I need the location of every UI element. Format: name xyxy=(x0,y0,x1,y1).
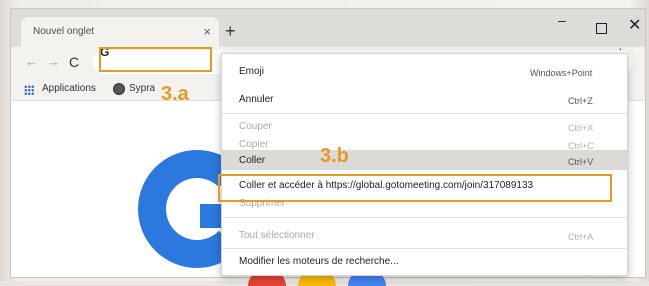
menu-item-emoji[interactable]: Emoji xyxy=(239,66,264,77)
close-window-icon[interactable]: ✕ xyxy=(628,18,641,34)
close-tab-icon[interactable]: × xyxy=(203,24,211,39)
reload-icon[interactable]: C xyxy=(69,54,79,70)
menu-item-annuler[interactable]: Annuler xyxy=(239,94,273,105)
bookmark-sypra[interactable]: Sypra xyxy=(129,83,155,94)
menu-item-tout-selectionner: Tout sélectionner xyxy=(239,230,315,241)
menu-item-modifier-moteurs[interactable]: Modifier les moteurs de recherche... xyxy=(239,256,399,267)
annotation-label-a: 3.a xyxy=(161,83,189,105)
context-menu-hover-row xyxy=(222,150,627,170)
shortcut-couper: Ctrl+X xyxy=(568,123,594,133)
forward-arrow-icon[interactable]: → xyxy=(47,54,60,69)
back-arrow-icon[interactable]: ← xyxy=(25,54,38,69)
context-menu: Emoji Windows+Point Annuler Ctrl+Z Coupe… xyxy=(221,53,628,276)
shortcut-emoji: Windows+Point xyxy=(530,68,593,78)
menu-item-copier: Copier xyxy=(239,139,269,150)
annotation-box-a xyxy=(99,47,212,72)
shortcut-tout-selectionner: Ctrl+A xyxy=(568,232,594,242)
menu-item-coller[interactable]: Coller xyxy=(239,155,265,166)
menu-separator xyxy=(222,248,627,249)
shortcut-annuler: Ctrl+Z xyxy=(568,96,593,106)
tab-new-tab[interactable]: Nouvel onglet × xyxy=(21,17,219,47)
shortcut-coller: Ctrl+V xyxy=(568,157,594,167)
annotation-box-b xyxy=(218,174,612,202)
tab-title: Nouvel onglet xyxy=(33,26,95,37)
maximize-icon[interactable] xyxy=(596,23,607,34)
tab-strip: Nouvel onglet × + – ✕ xyxy=(11,9,645,47)
shortcut-copier: Ctrl+C xyxy=(568,141,594,151)
menu-separator xyxy=(222,113,627,114)
apps-grid-icon[interactable] xyxy=(24,85,34,95)
menu-item-couper: Couper xyxy=(239,121,272,132)
menu-separator xyxy=(222,217,627,218)
new-tab-button[interactable]: + xyxy=(225,22,236,40)
minimize-icon[interactable]: – xyxy=(558,13,566,27)
bookmark-applications[interactable]: Applications xyxy=(42,83,96,94)
annotation-label-b: 3.b xyxy=(320,145,349,167)
globe-icon xyxy=(113,83,125,95)
